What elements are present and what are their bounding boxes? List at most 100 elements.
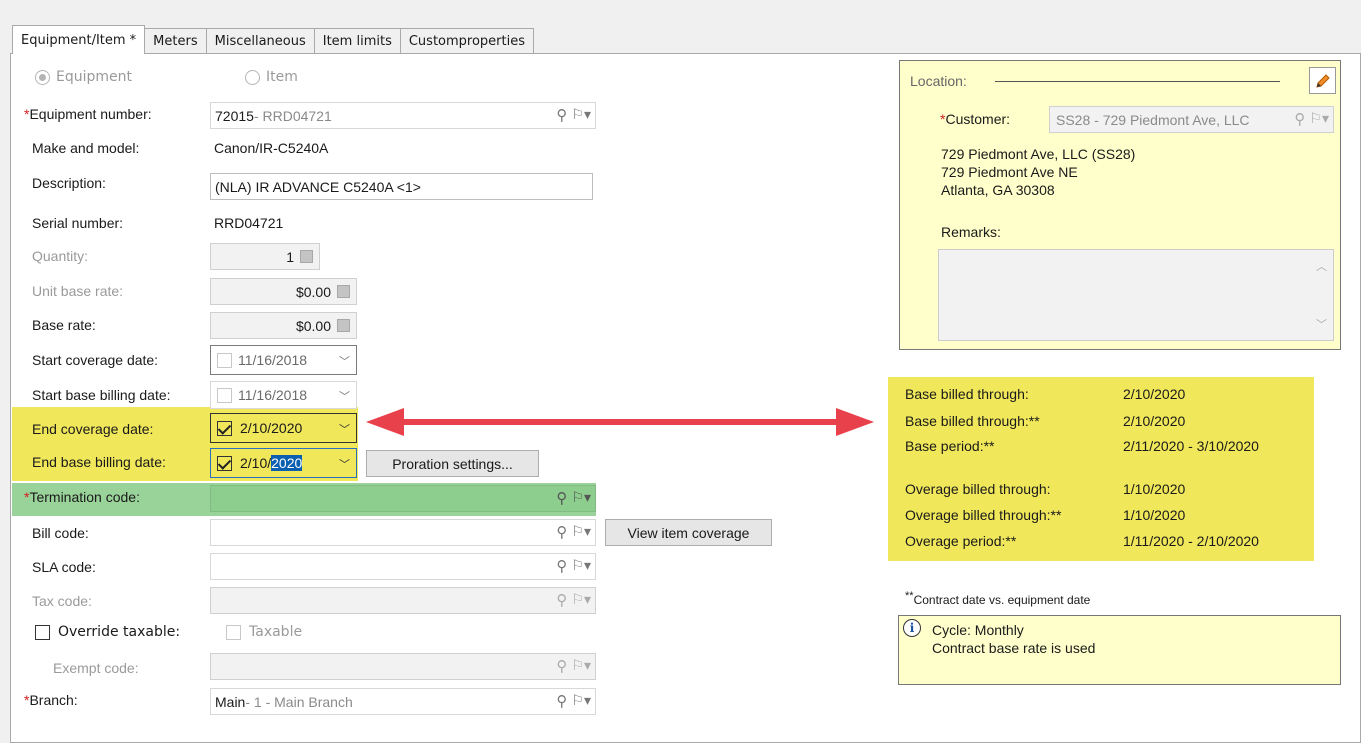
flag-dropdown-icon[interactable]: ⚐▾ bbox=[571, 558, 591, 574]
view-item-coverage-button[interactable]: View item coverage bbox=[605, 519, 772, 546]
equipment-radio-label: Equipment bbox=[56, 69, 132, 85]
tab-equipment-item[interactable]: Equipment/Item * bbox=[12, 25, 146, 54]
remarks-textarea[interactable]: ︿ ﹀ bbox=[938, 249, 1334, 341]
info-icon: i bbox=[903, 619, 921, 637]
tab-miscellaneous[interactable]: Miscellaneous bbox=[205, 28, 315, 54]
description-label: Description: bbox=[32, 175, 106, 191]
sla-code-label: SLA code: bbox=[32, 559, 96, 575]
equipment-number-field[interactable]: 72015 - RRD04721 ⚲ ⚐▾ bbox=[210, 102, 596, 129]
base-period-label: Base period:** bbox=[905, 438, 995, 454]
bill-code-field[interactable]: ⚲ ⚐▾ bbox=[210, 519, 596, 546]
chevron-down-icon[interactable]: ﹀ bbox=[339, 388, 350, 404]
equipment-number-desc: - RRD04721 bbox=[253, 107, 332, 124]
item-radio[interactable]: Item bbox=[245, 69, 298, 85]
base-rate-field[interactable]: $0.00 bbox=[210, 312, 357, 339]
address-line: Atlanta, GA 30308 bbox=[941, 182, 1055, 198]
start-billing-label: Start base billing date: bbox=[32, 387, 171, 403]
base-billed-contract-label: Base billed through:** bbox=[905, 413, 1040, 429]
tab-custom-properties[interactable]: Customproperties bbox=[399, 28, 535, 54]
flag-dropdown-icon[interactable]: ⚐▾ bbox=[571, 592, 591, 608]
location-divider bbox=[995, 81, 1280, 82]
scroll-up-icon[interactable]: ︿ bbox=[1316, 258, 1327, 274]
unit-base-rate-field[interactable]: $0.00 bbox=[210, 278, 357, 305]
unit-base-rate-label: Unit base rate: bbox=[32, 283, 124, 299]
search-icon[interactable]: ⚲ bbox=[556, 557, 567, 575]
start-coverage-label: Start coverage date: bbox=[32, 352, 159, 368]
chevron-down-icon[interactable]: ﹀ bbox=[339, 421, 350, 437]
exempt-code-field[interactable]: ⚲ ⚐▾ bbox=[210, 653, 596, 680]
address-line: 729 Piedmont Ave, LLC (SS28) bbox=[941, 146, 1136, 162]
make-model-value: Canon/IR-C5240A bbox=[214, 140, 329, 156]
search-icon[interactable]: ⚲ bbox=[556, 106, 567, 124]
tab-bar: Equipment/Item * Meters Miscellaneous It… bbox=[12, 25, 535, 54]
start-coverage-value: 11/16/2018 bbox=[238, 352, 308, 368]
end-coverage-checkbox[interactable] bbox=[217, 420, 232, 436]
flag-dropdown-icon[interactable]: ⚐▾ bbox=[1309, 111, 1329, 127]
edit-location-button[interactable] bbox=[1309, 67, 1336, 94]
proration-settings-button[interactable]: Proration settings... bbox=[366, 450, 539, 477]
sla-code-field[interactable]: ⚲ ⚐▾ bbox=[210, 553, 596, 580]
footnote: **Contract date vs. equipment date bbox=[905, 590, 1090, 607]
taxable-label: Taxable bbox=[249, 624, 303, 640]
flag-dropdown-icon[interactable]: ⚐▾ bbox=[571, 490, 591, 506]
customer-address: 729 Piedmont Ave, LLC (SS28) 729 Piedmon… bbox=[941, 145, 1135, 199]
branch-desc: - 1 - Main Branch bbox=[245, 693, 353, 710]
termination-code-field[interactable]: ⚲ ⚐▾ bbox=[210, 485, 596, 512]
description-field[interactable]: (NLA) IR ADVANCE C5240A <1> bbox=[210, 173, 593, 200]
end-billing-checkbox[interactable] bbox=[217, 455, 232, 471]
end-billing-value-selected: 2020 bbox=[271, 455, 303, 471]
start-billing-value: 11/16/2018 bbox=[238, 387, 308, 403]
quantity-label: Quantity: bbox=[32, 248, 89, 264]
search-icon[interactable]: ⚲ bbox=[556, 692, 567, 710]
overage-period-label: Overage period:** bbox=[905, 533, 1017, 549]
search-icon[interactable]: ⚲ bbox=[556, 591, 567, 609]
cycle-text: Cycle: Monthly bbox=[932, 622, 1024, 638]
footnote-stars: ** bbox=[905, 590, 914, 602]
override-taxable-checkbox[interactable]: Override taxable: bbox=[35, 624, 180, 640]
quantity-value: 1 bbox=[286, 248, 294, 265]
customer-field[interactable]: SS28 - 729 Piedmont Ave, LLC ⚲ ⚐▾ bbox=[1049, 106, 1334, 133]
radio-dot bbox=[245, 69, 260, 85]
start-coverage-date[interactable]: 11/16/2018 ﹀ bbox=[210, 345, 357, 375]
flag-dropdown-icon[interactable]: ⚐▾ bbox=[571, 524, 591, 540]
calculator-icon[interactable] bbox=[300, 250, 313, 263]
serial-number-label: Serial number: bbox=[32, 215, 124, 231]
branch-field[interactable]: Main - 1 - Main Branch ⚲ ⚐▾ bbox=[210, 688, 596, 715]
chevron-down-icon[interactable]: ﹀ bbox=[339, 353, 350, 369]
start-coverage-checkbox[interactable] bbox=[217, 352, 232, 368]
start-billing-date[interactable]: 11/16/2018 ﹀ bbox=[210, 381, 357, 409]
flag-dropdown-icon[interactable]: ⚐▾ bbox=[571, 107, 591, 123]
scroll-down-icon[interactable]: ﹀ bbox=[1316, 316, 1327, 332]
branch-value: Main bbox=[215, 693, 246, 710]
footnote-text: Contract date vs. equipment date bbox=[913, 593, 1091, 607]
tab-meters[interactable]: Meters bbox=[144, 28, 207, 54]
chevron-down-icon[interactable]: ﹀ bbox=[339, 456, 350, 472]
flag-dropdown-icon[interactable]: ⚐▾ bbox=[571, 658, 591, 674]
search-icon[interactable]: ⚲ bbox=[556, 523, 567, 541]
search-icon[interactable]: ⚲ bbox=[556, 489, 567, 507]
quantity-field[interactable]: 1 bbox=[210, 243, 320, 270]
calculator-icon[interactable] bbox=[337, 285, 350, 298]
base-billed-contract-value: 2/10/2020 bbox=[1123, 413, 1186, 429]
branch-label: *Branch: bbox=[24, 692, 78, 708]
search-icon[interactable]: ⚲ bbox=[556, 657, 567, 675]
tax-code-field[interactable]: ⚲ ⚐▾ bbox=[210, 587, 596, 614]
base-rate-note: Contract base rate is used bbox=[932, 640, 1096, 656]
flag-dropdown-icon[interactable]: ⚐▾ bbox=[571, 693, 591, 709]
search-icon[interactable]: ⚲ bbox=[1294, 110, 1305, 128]
equipment-radio[interactable]: Equipment bbox=[35, 69, 132, 85]
end-billing-date[interactable]: 2/10/2020 ﹀ bbox=[210, 448, 357, 478]
description-value: (NLA) IR ADVANCE C5240A <1> bbox=[215, 178, 421, 195]
unit-base-rate-value: $0.00 bbox=[295, 283, 331, 300]
end-coverage-label: End coverage date: bbox=[32, 421, 154, 437]
taxable-checkbox[interactable]: Taxable bbox=[226, 624, 302, 640]
tab-item-limits[interactable]: Item limits bbox=[313, 28, 401, 54]
taxable-box bbox=[226, 624, 241, 640]
bill-code-label: Bill code: bbox=[32, 525, 89, 541]
calculator-icon[interactable] bbox=[337, 319, 350, 332]
double-arrow-annotation bbox=[366, 408, 874, 436]
override-taxable-box bbox=[35, 624, 50, 640]
start-billing-checkbox[interactable] bbox=[217, 387, 232, 403]
end-coverage-date[interactable]: 2/10/2020 ﹀ bbox=[210, 413, 357, 443]
overage-billed-value: 1/10/2020 bbox=[1123, 481, 1186, 497]
